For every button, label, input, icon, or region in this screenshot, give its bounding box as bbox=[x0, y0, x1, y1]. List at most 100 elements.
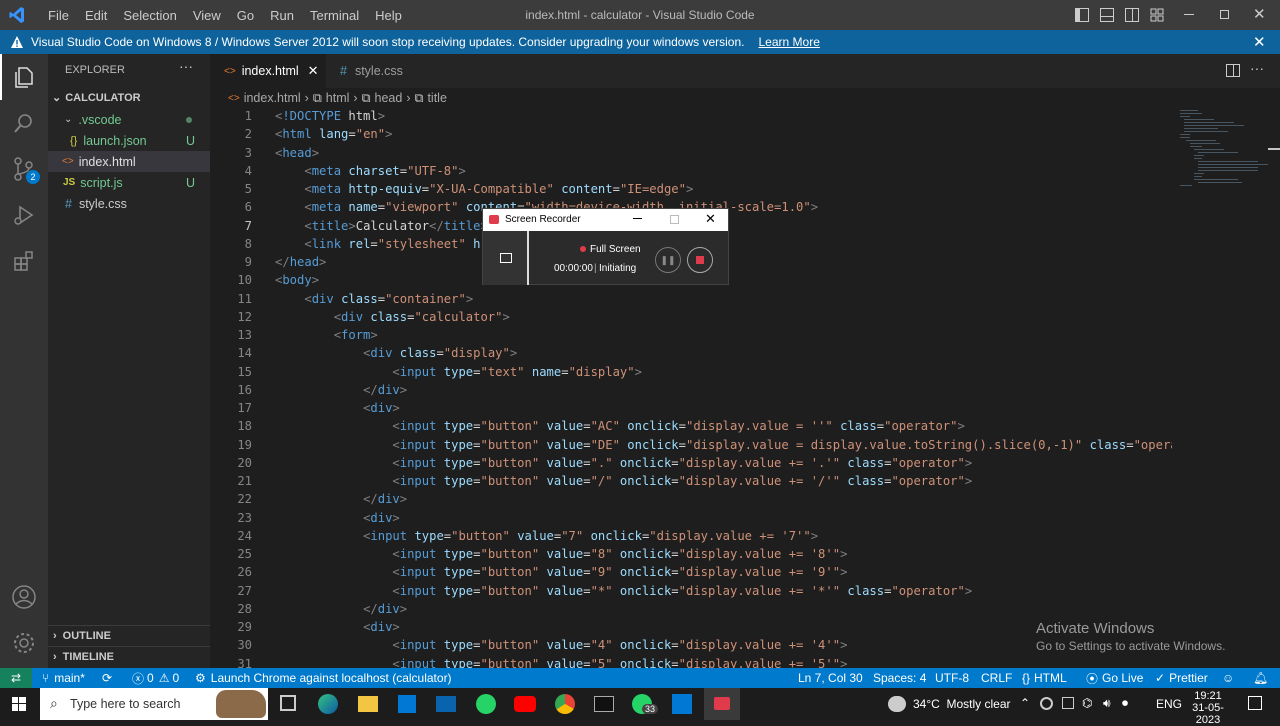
close-tab-icon[interactable]: ✕ bbox=[308, 63, 319, 79]
code-line[interactable]: <!DOCTYPE html> bbox=[275, 109, 385, 123]
breadcrumb-item[interactable]: html bbox=[326, 91, 350, 105]
tab-index-html[interactable]: <> index.html ✕ bbox=[210, 54, 326, 88]
clock[interactable]: 19:21 31-05-2023 bbox=[1180, 690, 1236, 726]
mail-icon[interactable] bbox=[436, 696, 456, 712]
action-center-icon[interactable] bbox=[1248, 696, 1262, 710]
wifi-icon[interactable]: ⏺ bbox=[1122, 696, 1128, 711]
folder-icon[interactable] bbox=[500, 253, 512, 263]
code-line[interactable]: <input type="text" name="display"> bbox=[275, 365, 642, 379]
tree-item-launch-json[interactable]: {} launch.json U bbox=[48, 130, 210, 151]
code-line[interactable]: <input type="button" value="DE" onclick=… bbox=[275, 438, 1172, 452]
code-line[interactable]: <html lang="en"> bbox=[275, 127, 392, 141]
breadcrumb-item[interactable]: head bbox=[375, 91, 403, 105]
accounts-icon[interactable] bbox=[0, 574, 48, 620]
tree-item-vscode[interactable]: ⌄ .vscode bbox=[48, 109, 210, 130]
close-window-icon[interactable]: ✕ bbox=[1253, 5, 1266, 23]
toggle-sidebar-icon[interactable] bbox=[1075, 8, 1089, 22]
code-line[interactable]: <input type="button" value="*" onclick="… bbox=[275, 584, 972, 598]
go-live-button[interactable]: ⦿ Go Live bbox=[1086, 668, 1143, 688]
extensions-icon[interactable] bbox=[0, 238, 48, 284]
weather-text[interactable]: 34°C Mostly clear bbox=[913, 697, 1011, 711]
branch-indicator[interactable]: ⑂ main* bbox=[42, 668, 85, 688]
problems-indicator[interactable]: ⓧ 0 ⚠ 0 bbox=[132, 668, 179, 688]
outline-section[interactable]: › OUTLINE bbox=[48, 625, 210, 646]
store-icon[interactable] bbox=[398, 695, 416, 713]
code-line[interactable]: <form> bbox=[275, 328, 378, 342]
split-editor-icon[interactable] bbox=[1226, 64, 1240, 77]
chrome-icon[interactable] bbox=[555, 694, 575, 714]
file-explorer-icon[interactable] bbox=[358, 696, 378, 712]
stop-button[interactable] bbox=[687, 247, 713, 273]
code-line[interactable]: <title>Calculator</title> bbox=[275, 219, 487, 233]
more-actions-icon[interactable]: ··· bbox=[1250, 60, 1264, 76]
code-editor[interactable]: 1 <!DOCTYPE html> 2 <html lang="en"> 3 <head>… bbox=[210, 108, 1172, 668]
recorder-taskbar-button[interactable] bbox=[704, 688, 740, 720]
language-indicator[interactable]: ENG bbox=[1156, 697, 1182, 711]
breadcrumb-item[interactable]: index.html bbox=[244, 91, 301, 105]
code-line[interactable]: <input type="button" value="9" onclick="… bbox=[275, 565, 847, 579]
minimize-icon[interactable] bbox=[633, 218, 642, 219]
launch-config[interactable]: ⚙ Launch Chrome against localhost (calcu… bbox=[195, 668, 452, 688]
code-line[interactable]: <meta http-equiv="X-UA-Compatible" conte… bbox=[275, 182, 693, 196]
minimize-icon[interactable] bbox=[1184, 14, 1194, 15]
customize-layout-icon[interactable] bbox=[1150, 8, 1164, 22]
windows-start-icon[interactable] bbox=[12, 697, 26, 711]
battery-icon[interactable] bbox=[1062, 697, 1074, 709]
whatsapp-desktop-icon[interactable]: 33 bbox=[632, 694, 659, 714]
code-line[interactable]: <input type="button" value="4" onclick="… bbox=[275, 638, 847, 652]
settings-gear-icon[interactable] bbox=[0, 620, 48, 666]
code-line[interactable]: </head> bbox=[275, 255, 326, 269]
code-line[interactable]: <body> bbox=[275, 273, 319, 287]
search-icon[interactable] bbox=[0, 100, 48, 146]
task-view-icon[interactable] bbox=[280, 695, 296, 711]
menu-view[interactable]: View bbox=[185, 8, 229, 23]
menu-file[interactable]: File bbox=[40, 8, 77, 23]
tree-item-index-html[interactable]: <> index.html bbox=[48, 151, 210, 172]
menu-selection[interactable]: Selection bbox=[115, 8, 184, 23]
code-line[interactable]: <input type="button" value="AC" onclick=… bbox=[275, 419, 964, 433]
code-line[interactable]: <input type="button" value="5" onclick="… bbox=[275, 657, 847, 669]
indentation[interactable]: Spaces: 4 bbox=[873, 668, 926, 688]
code-line[interactable]: </div> bbox=[275, 602, 407, 616]
line-ending[interactable]: CRLF bbox=[981, 668, 1012, 688]
remote-indicator-icon[interactable]: ⇄ bbox=[0, 668, 32, 688]
encoding[interactable]: UTF-8 bbox=[935, 668, 969, 688]
show-hidden-icons-icon[interactable]: ⌃ bbox=[1020, 696, 1030, 710]
minimap[interactable] bbox=[1172, 108, 1272, 188]
code-line[interactable]: <div> bbox=[275, 401, 400, 415]
edge-icon[interactable] bbox=[318, 694, 338, 714]
code-line[interactable]: <input type="button" value="8" onclick="… bbox=[275, 547, 847, 561]
sync-icon[interactable]: ⟳ bbox=[102, 668, 112, 688]
tab-style-css[interactable]: # style.css bbox=[326, 54, 444, 88]
feedback-icon[interactable]: ☺ bbox=[1222, 668, 1234, 688]
tray-app-icon[interactable] bbox=[1040, 697, 1053, 710]
code-line[interactable]: <input type="button" value="7" onclick="… bbox=[275, 529, 818, 543]
folder-calculator[interactable]: ⌄ CALCULATOR bbox=[48, 87, 210, 108]
code-line[interactable]: <div class="calculator"> bbox=[275, 310, 510, 324]
menu-run[interactable]: Run bbox=[262, 8, 302, 23]
learn-more-link[interactable]: Learn More bbox=[759, 35, 820, 49]
run-debug-icon[interactable] bbox=[0, 192, 48, 238]
code-line[interactable]: </div> bbox=[275, 492, 407, 506]
more-actions-icon[interactable]: ··· bbox=[179, 58, 193, 74]
code-line[interactable]: </div> bbox=[275, 383, 407, 397]
close-banner-icon[interactable]: ✕ bbox=[1253, 33, 1266, 51]
timeline-section[interactable]: › TIMELINE bbox=[48, 646, 210, 667]
menu-help[interactable]: Help bbox=[367, 8, 410, 23]
vscode-taskbar-icon[interactable] bbox=[672, 694, 692, 714]
network-icon[interactable]: ⌬ bbox=[1082, 696, 1092, 710]
scrollbar-marker[interactable] bbox=[1268, 148, 1280, 150]
toggle-secondary-sidebar-icon[interactable] bbox=[1125, 8, 1139, 22]
menu-go[interactable]: Go bbox=[229, 8, 262, 23]
pause-button[interactable]: ❚❚ bbox=[655, 247, 681, 273]
youtube-icon[interactable] bbox=[514, 696, 536, 712]
code-line[interactable]: <input type="button" value="." onclick="… bbox=[275, 456, 972, 470]
tree-item-style-css[interactable]: # style.css bbox=[48, 193, 210, 214]
tree-item-script-js[interactable]: JS script.js U bbox=[48, 172, 210, 193]
menu-terminal[interactable]: Terminal bbox=[302, 8, 367, 23]
code-line[interactable]: <input type="button" value="/" onclick="… bbox=[275, 474, 972, 488]
explorer-icon[interactable] bbox=[0, 54, 48, 100]
code-line[interactable]: <div> bbox=[275, 511, 400, 525]
menu-edit[interactable]: Edit bbox=[77, 8, 115, 23]
volume-icon[interactable]: 🔊︎ bbox=[1103, 696, 1111, 711]
